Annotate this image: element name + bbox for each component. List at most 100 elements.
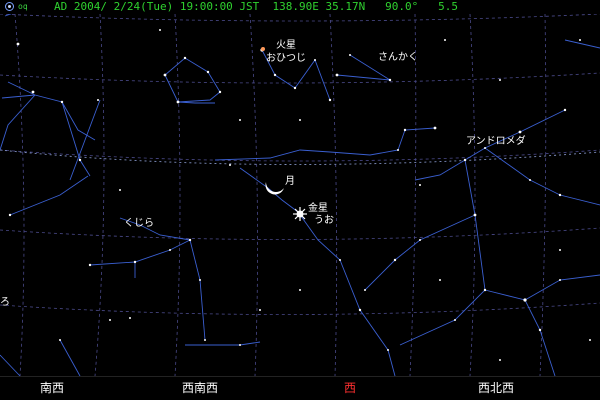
constellation-line [484,147,600,206]
constellation-line [0,354,21,377]
grid-parallel [0,149,600,162]
star [97,99,99,101]
star [483,288,487,292]
star [188,238,192,242]
grid-meridian [469,13,476,377]
app-logo-icon: oq [0,0,40,14]
star [563,108,567,112]
ecliptic-line [0,149,600,165]
star [8,213,12,217]
label-venus: 金星 [308,203,328,214]
grid-parallel [0,13,600,22]
star [273,73,277,77]
star [419,239,421,241]
star [163,73,167,77]
constellation-line [9,175,89,216]
star [88,263,92,267]
label-mars: 火星 [276,40,296,51]
constellation-line [189,239,206,341]
star [419,184,421,186]
constellation-line [185,341,261,346]
star [239,119,241,121]
star [119,189,121,191]
star [558,193,562,197]
star [473,213,477,217]
star [403,128,407,132]
star [159,29,161,31]
star [523,298,527,302]
compass-bar: 南西 西南西 西 西北西 [0,376,600,400]
mars-icon [261,47,265,51]
label-aries: おひつじ [266,53,306,64]
star [78,158,82,162]
compass-west-southwest[interactable]: 西南西 [182,379,218,397]
star [499,79,501,81]
grid-meridian [14,13,25,377]
star [176,100,180,104]
star [439,279,441,281]
grid-meridian [94,13,105,377]
star [454,319,456,321]
star [169,249,171,251]
constellation-line [564,39,600,49]
star [538,328,542,332]
constellation-line [1,94,36,99]
label-pisces: うお [314,215,334,226]
constellation-line [364,214,476,291]
star [204,339,206,341]
label-moon: 月 [285,176,295,187]
star [364,289,366,291]
star [328,98,332,102]
compass-southwest[interactable]: 南西 [40,379,64,397]
constellation-line [524,274,600,301]
star [59,339,61,341]
venus-icon [293,207,307,221]
star [388,78,392,82]
logo-text: oq [18,2,28,11]
star [314,59,316,61]
star [339,259,341,261]
constellation-line [59,339,81,377]
constellation-line [0,94,36,151]
star [299,119,301,121]
grid-meridian [174,13,181,377]
grid-parallel [0,302,600,315]
star [358,308,362,312]
label-andromeda: アンドロメダ [466,136,526,147]
star [518,130,522,134]
grid-meridian [329,13,338,377]
constellation-line [214,127,436,161]
label-edge: ろ [0,297,10,308]
star [31,90,35,94]
constellation-line [61,101,96,141]
constellation-line [484,289,556,377]
star [109,319,111,321]
star [349,54,351,56]
star [293,86,297,90]
grid-meridian [249,13,258,377]
status-readout: AD 2004/ 2/24(Tue) 19:00:00 JST 138.90E … [54,0,458,13]
grid-meridian [409,13,417,377]
star [206,70,210,74]
label-cetus: くじら [124,218,154,229]
star [393,258,397,262]
star [463,158,467,162]
star [218,90,222,94]
star [579,39,581,41]
star [529,179,531,181]
star [229,164,231,166]
constellation-line [164,57,221,103]
star [183,56,187,60]
star [499,359,501,361]
star [133,260,137,264]
constellation-line [177,101,215,104]
star [199,279,201,281]
star [444,39,446,41]
star [129,317,131,319]
star [259,309,261,311]
compass-west[interactable]: 西 [344,379,356,397]
star [387,349,389,351]
constellation-line [399,159,486,346]
compass-west-northwest[interactable]: 西北西 [478,379,514,397]
star [559,279,561,281]
